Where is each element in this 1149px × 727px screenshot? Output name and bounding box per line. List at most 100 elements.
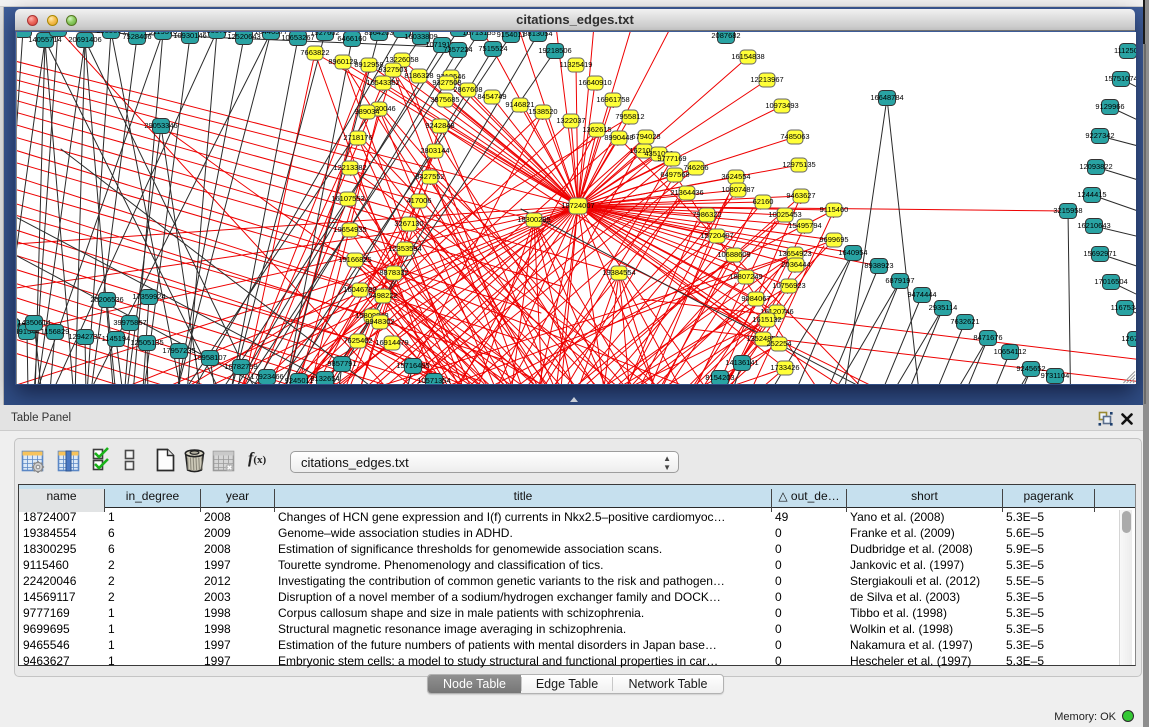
svg-text:9150014: 9150014 (17, 32, 38, 34)
svg-text:2718176: 2718176 (343, 133, 372, 142)
svg-text:8960128: 8960128 (328, 57, 357, 66)
svg-text:14350614: 14350614 (17, 318, 50, 327)
svg-text:3875685: 3875685 (430, 95, 459, 104)
svg-text:16640910: 16640910 (578, 78, 611, 87)
svg-text:7528406: 7528406 (122, 32, 151, 41)
svg-text:3624554: 3624554 (721, 172, 750, 181)
svg-text:6794028: 6794028 (631, 132, 660, 141)
svg-text:17016504: 17016504 (1094, 277, 1127, 286)
svg-text:19384554: 19384554 (602, 268, 635, 277)
svg-text:9857791: 9857791 (327, 359, 356, 368)
svg-text:1244415: 1244415 (1077, 190, 1106, 199)
svg-text:7986322: 7986322 (692, 210, 721, 219)
svg-text:16543382: 16543382 (366, 78, 399, 87)
svg-text:16914479: 16914479 (375, 338, 408, 347)
svg-text:18300295: 18300295 (517, 215, 550, 224)
svg-text:16107553: 16107553 (331, 194, 364, 203)
svg-text:16648784: 16648784 (870, 93, 903, 102)
svg-text:20691406: 20691406 (68, 35, 101, 44)
svg-text:2803144: 2803144 (420, 146, 449, 155)
svg-text:6497568: 6497568 (660, 170, 689, 179)
svg-text:9154011: 9154011 (497, 32, 526, 39)
svg-text:13654923: 13654923 (778, 249, 811, 258)
svg-text:8154203: 8154203 (705, 373, 734, 382)
svg-text:1322037: 1322037 (556, 116, 585, 125)
svg-text:9699695: 9699695 (819, 235, 848, 244)
svg-text:10688609: 10688609 (717, 250, 750, 259)
svg-text:9463627: 9463627 (786, 191, 815, 200)
svg-text:9327503: 9327503 (378, 65, 407, 74)
svg-text:1615132: 1615132 (752, 315, 781, 324)
svg-text:9474444: 9474444 (907, 290, 936, 299)
svg-text:12975135: 12975135 (782, 160, 815, 169)
svg-text:7515524: 7515524 (478, 44, 507, 53)
svg-text:10973493: 10973493 (765, 101, 798, 110)
svg-text:1640954: 1640954 (838, 248, 867, 257)
svg-text:1527602: 1527602 (310, 32, 339, 37)
svg-text:17923466: 17923466 (250, 372, 283, 381)
svg-text:9685304: 9685304 (96, 32, 125, 35)
svg-text:6879197: 6879197 (885, 276, 914, 285)
svg-text:20206536: 20206536 (90, 295, 123, 304)
svg-text:21364436: 21364436 (670, 188, 703, 197)
svg-text:15720407: 15720407 (700, 231, 733, 240)
svg-text:9084067: 9084067 (741, 294, 770, 303)
svg-text:2036444: 2036444 (781, 260, 810, 269)
svg-text:8132654: 8132654 (310, 374, 339, 383)
svg-text:1112504: 1112504 (1114, 46, 1136, 55)
svg-text:7625402: 7625402 (343, 336, 372, 345)
svg-text:17957235: 17957235 (162, 346, 195, 355)
svg-text:252254: 252254 (766, 339, 791, 348)
svg-text:7663822: 7663822 (300, 48, 329, 57)
svg-text:16210643: 16210643 (1077, 221, 1110, 230)
svg-text:19166825: 19166825 (338, 255, 371, 264)
svg-text:62160: 62160 (753, 197, 774, 206)
svg-text:12093822: 12093822 (1079, 162, 1112, 171)
svg-text:8427552: 8427552 (415, 172, 444, 181)
svg-text:9777169: 9777169 (657, 154, 686, 163)
svg-text:11325419: 11325419 (560, 60, 593, 69)
svg-text:29053346: 29053346 (144, 121, 177, 130)
svg-text:19654935: 19654935 (333, 225, 366, 234)
svg-text:6466160: 6466160 (337, 34, 366, 43)
svg-text:1840944: 1840944 (43, 32, 72, 33)
svg-text:16782759: 16782759 (224, 362, 257, 371)
svg-text:12213967: 12213967 (750, 75, 783, 84)
svg-text:12942737: 12942737 (68, 332, 101, 341)
svg-text:17359924: 17359924 (132, 292, 165, 301)
svg-text:16154838: 16154838 (731, 52, 764, 61)
svg-text:14136141: 14136141 (725, 358, 758, 367)
svg-text:8813054: 8813054 (523, 32, 552, 38)
svg-text:9115460: 9115460 (820, 205, 849, 214)
svg-text:10756923: 10756923 (772, 281, 805, 290)
svg-text:9129966: 9129966 (1095, 102, 1124, 111)
svg-text:16713155: 16713155 (462, 32, 495, 37)
svg-text:12353594: 12353594 (388, 244, 421, 253)
svg-text:10025453: 10025453 (768, 210, 801, 219)
svg-text:39975867: 39975867 (113, 318, 146, 327)
svg-text:10958107: 10958107 (193, 353, 226, 362)
svg-text:1145194: 1145194 (102, 334, 131, 343)
svg-text:989034: 989034 (354, 107, 379, 116)
svg-text:2087682: 2087682 (711, 32, 740, 40)
svg-text:8186328: 8186328 (404, 71, 433, 80)
svg-text:12505135: 12505135 (130, 338, 163, 347)
svg-text:12213382: 12213382 (333, 163, 366, 172)
svg-text:16961758: 16961758 (596, 95, 629, 104)
svg-text:18724007: 18724007 (561, 201, 594, 210)
svg-text:15716485: 15716485 (396, 361, 429, 370)
svg-text:8454749: 8454749 (477, 92, 506, 101)
svg-text:9245011: 9245011 (285, 376, 314, 384)
svg-text:8471676: 8471676 (973, 333, 1002, 342)
svg-text:1538520: 1538520 (528, 107, 557, 116)
svg-text:19218506: 19218506 (538, 46, 571, 55)
svg-text:10807487: 10807487 (721, 185, 754, 194)
svg-text:7632621: 7632621 (950, 317, 979, 326)
svg-text:10654112: 10654112 (994, 347, 1027, 356)
svg-text:1733426: 1733426 (770, 363, 799, 372)
svg-text:7955812: 7955812 (615, 112, 644, 121)
svg-text:417006: 417006 (406, 196, 431, 205)
svg-text:9227342: 9227342 (1085, 131, 1114, 140)
svg-text:2935114: 2935114 (929, 303, 958, 312)
svg-text:9948302: 9948302 (365, 317, 394, 326)
